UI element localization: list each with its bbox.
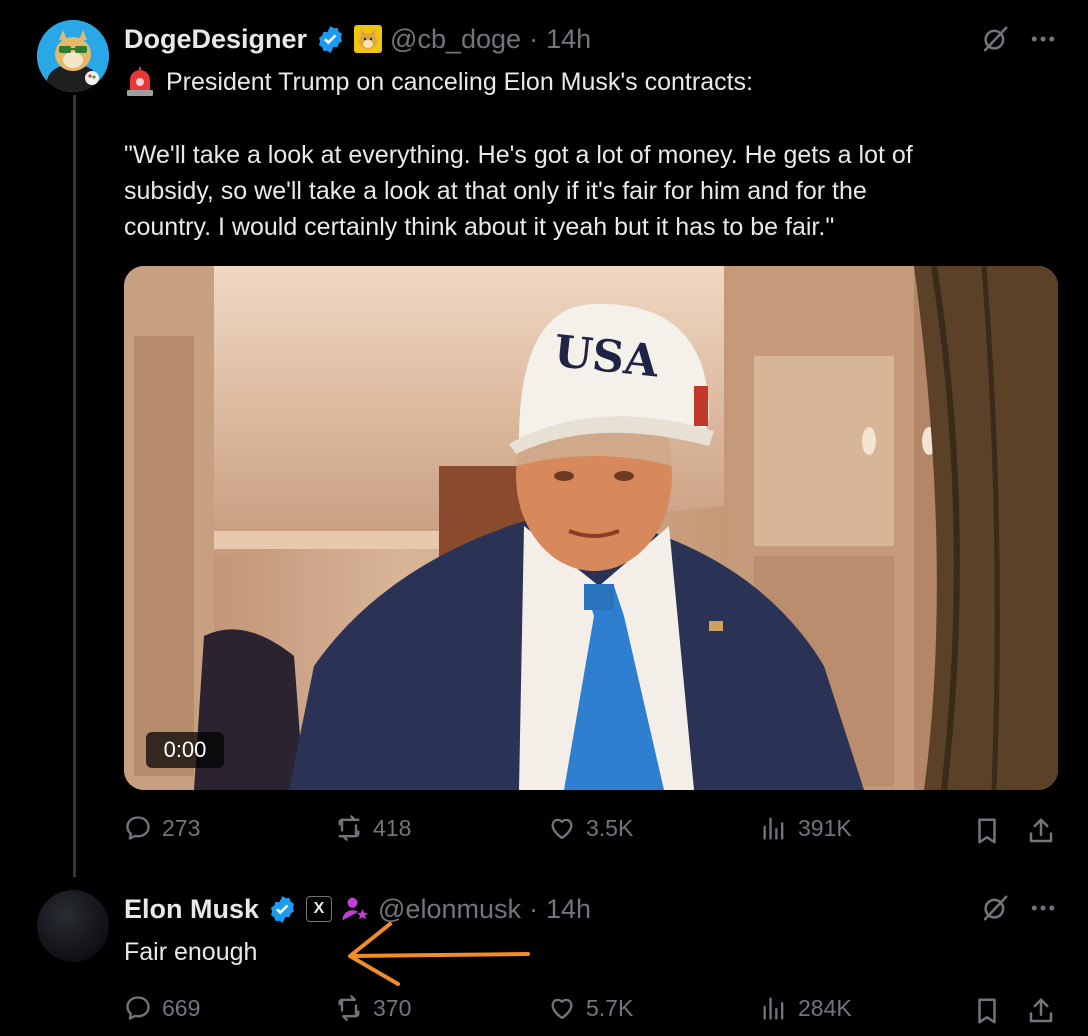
more-icon — [1031, 36, 1055, 42]
video-player[interactable]: USA — [124, 266, 1058, 790]
reply-icon — [126, 996, 150, 1020]
views-count: 284K — [798, 994, 852, 1021]
annotation-arrow — [348, 922, 530, 986]
more-icon — [1031, 905, 1055, 911]
like-count: 5.7K — [586, 994, 634, 1021]
verified-badge-icon — [271, 895, 295, 923]
repost-button[interactable]: 418 — [335, 814, 411, 842]
post1-quote: "We'll take a look at everything. He's g… — [124, 137, 1064, 245]
post-time[interactable]: 14h — [546, 24, 591, 55]
thread-connector-line — [73, 95, 76, 877]
post2-text: Fair enough — [124, 938, 258, 966]
reply-icon — [126, 816, 150, 840]
bookmark-button[interactable] — [972, 816, 1002, 851]
more-options-button[interactable] — [1028, 24, 1058, 59]
grok-button[interactable] — [980, 893, 1010, 928]
bookmark-icon — [978, 818, 996, 844]
verified-badge-icon — [319, 25, 343, 53]
repost-icon — [338, 995, 360, 1021]
views-button[interactable]: 391K — [760, 814, 852, 842]
reply-count: 669 — [162, 994, 201, 1021]
views-count: 391K — [798, 814, 852, 841]
like-button[interactable]: 3.5K — [548, 814, 633, 842]
like-count: 3.5K — [586, 814, 634, 841]
reply-button[interactable]: 669 — [124, 994, 200, 1022]
like-button[interactable]: 5.7K — [548, 994, 633, 1022]
quote-line: country. I would certainly think about i… — [124, 213, 835, 241]
share-icon — [1029, 998, 1053, 1023]
header-separator: · — [529, 23, 539, 54]
quote-line: "We'll take a look at everything. He's g… — [124, 141, 913, 169]
video-frame: USA — [124, 266, 1058, 790]
views-icon — [763, 997, 784, 1020]
x-affiliate-icon[interactable]: X — [306, 896, 333, 922]
bookmark-icon — [978, 998, 996, 1024]
author-handle[interactable]: @cb_doge — [390, 24, 521, 55]
more-options-button[interactable] — [1028, 893, 1058, 928]
post-time[interactable]: 14h — [546, 894, 591, 925]
doge-emoji-icon — [354, 25, 383, 53]
repost-count: 370 — [373, 994, 412, 1021]
share-icon — [1029, 818, 1053, 843]
like-icon — [551, 818, 573, 840]
repost-icon — [338, 815, 360, 841]
avatar-elonmusk[interactable] — [37, 890, 109, 962]
repost-count: 418 — [373, 814, 412, 841]
repost-button[interactable]: 370 — [335, 994, 411, 1022]
views-button[interactable]: 284K — [760, 994, 852, 1022]
doge-avatar-icon — [37, 20, 109, 92]
views-icon — [763, 817, 784, 840]
author-name[interactable]: DogeDesigner — [124, 24, 307, 55]
share-button[interactable] — [1026, 996, 1056, 1031]
post1-header: DogeDesigner @cb_doge · 14h — [124, 20, 591, 58]
post1-first-line: President Trump on canceling Elon Musk's… — [124, 64, 753, 100]
grok-icon — [983, 895, 1008, 921]
like-icon — [551, 998, 573, 1020]
avatar-dogedesigner[interactable] — [37, 20, 109, 92]
video-timer: 0:00 — [146, 732, 224, 768]
post1-text-line1: President Trump on canceling Elon Musk's… — [166, 68, 753, 96]
grok-icon — [983, 26, 1008, 52]
share-button[interactable] — [1026, 816, 1056, 851]
siren-emoji-icon — [127, 67, 153, 96]
reply-button[interactable]: 273 — [124, 814, 200, 842]
reply-count: 273 — [162, 814, 201, 841]
grok-button[interactable] — [980, 24, 1010, 59]
bookmark-button[interactable] — [972, 996, 1002, 1031]
author-name[interactable]: Elon Musk — [124, 894, 259, 925]
quote-line: subsidy, so we'll take a look at that on… — [124, 177, 867, 205]
